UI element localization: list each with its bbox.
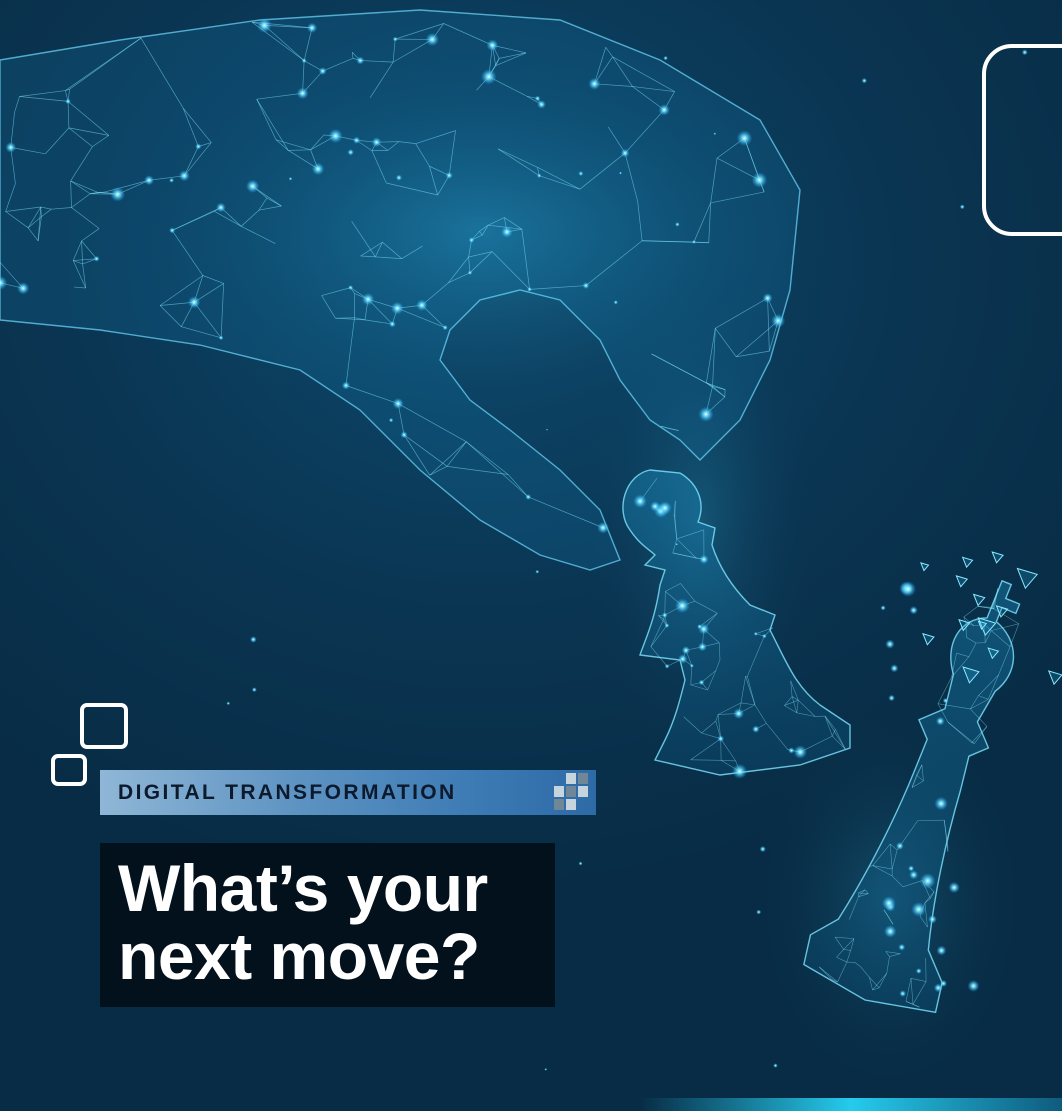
glow-floor — [640, 1098, 1062, 1111]
hero-stage: DIGITAL TRANSFORMATION What’s your next … — [0, 0, 1062, 1111]
rounded-square-small-icon — [51, 754, 87, 786]
headline-line-2: next move? — [118, 919, 480, 993]
category-banner: DIGITAL TRANSFORMATION — [100, 770, 596, 815]
headline-line-1: What’s your — [118, 851, 488, 925]
banner-label: DIGITAL TRANSFORMATION — [118, 780, 457, 804]
headline-box: What’s your next move? — [100, 843, 555, 1007]
rounded-frame-decoration — [982, 44, 1062, 236]
rounded-square-icon — [80, 703, 128, 749]
pixel-grid-icon — [554, 773, 590, 811]
